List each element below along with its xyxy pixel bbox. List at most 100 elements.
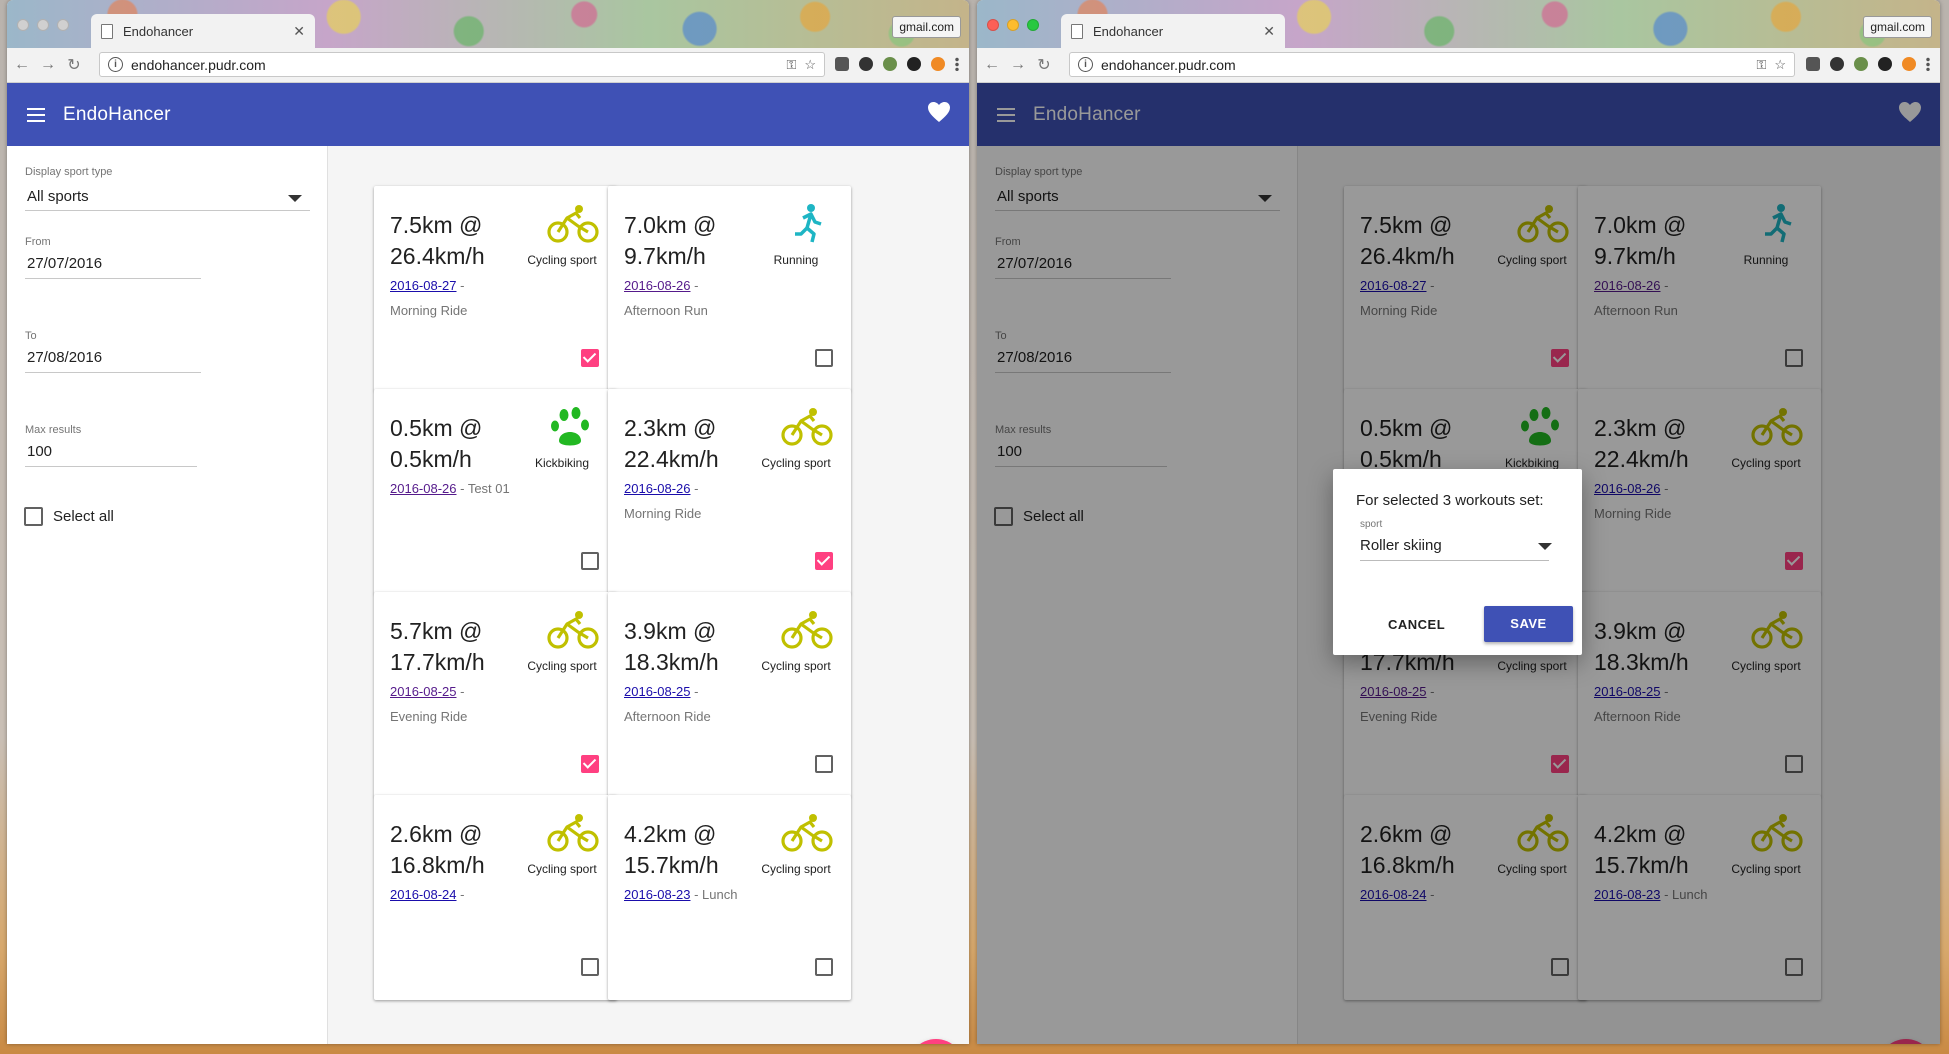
minimize-window-button[interactable]	[1007, 19, 1019, 31]
workout-card: 7.0km @ 9.7km/h 2016-08-26 - Afternoon Run R…	[608, 186, 851, 391]
browser-toolbar: ← → ↻ i endohancer.pudr.com ⚿ ☆	[977, 48, 1940, 83]
select-all-checkbox[interactable]	[24, 507, 43, 526]
close-window-button[interactable]	[987, 19, 999, 31]
bookmark-star-icon[interactable]: ☆	[804, 57, 816, 73]
forward-icon[interactable]: →	[1007, 56, 1029, 74]
app-title: EndoHancer	[63, 103, 171, 125]
workout-date-link[interactable]: 2016-08-26	[390, 481, 457, 496]
cancel-button[interactable]: CANCEL	[1388, 617, 1445, 632]
heart-icon[interactable]	[927, 101, 951, 123]
workout-card: 3.9km @ 18.3km/h 2016-08-25 - Afternoon Rid…	[608, 592, 851, 797]
workout-date-link[interactable]: 2016-08-25	[390, 684, 457, 699]
menu-icon[interactable]	[27, 107, 45, 122]
workout-date-suffix: -	[456, 887, 465, 902]
browser-tab[interactable]: Endohancer ✕	[91, 14, 315, 48]
web-page: EndoHancer Display sport type All sports Fr…	[7, 83, 969, 1044]
workout-distance-speed: 0.5km @ 0.5km/h	[390, 413, 520, 475]
workout-distance: 2.6km @	[390, 821, 483, 847]
workout-speed: 16.8km/h	[390, 852, 485, 878]
browser-tabstrip: Endohancer ✕ gmail.com	[977, 0, 1940, 48]
gear-icon[interactable]	[859, 57, 873, 71]
sport-type-select[interactable]: All sports	[27, 188, 89, 205]
sport-type-underline	[25, 210, 310, 211]
workout-select-checkbox[interactable]	[581, 755, 599, 773]
workout-select-checkbox[interactable]	[815, 958, 833, 976]
back-icon[interactable]: ←	[11, 56, 33, 74]
workout-select-checkbox[interactable]	[815, 552, 833, 570]
back-icon[interactable]: ←	[981, 56, 1003, 74]
profile-button[interactable]: gmail.com	[892, 16, 961, 38]
extension-orange-icon[interactable]	[1902, 57, 1916, 71]
bookmark-star-icon[interactable]: ☆	[1774, 57, 1786, 73]
workout-select-checkbox[interactable]	[815, 349, 833, 367]
info-icon[interactable]: i	[1078, 57, 1093, 72]
window-controls	[17, 19, 69, 31]
workout-speed: 22.4km/h	[624, 446, 719, 472]
workout-date-link[interactable]: 2016-08-26	[624, 481, 691, 496]
workout-distance: 5.7km @	[390, 618, 483, 644]
to-date-field[interactable]: 27/08/2016	[27, 349, 102, 366]
extension-orange-icon[interactable]	[931, 57, 945, 71]
workout-date-line: 2016-08-26 - Test 01	[390, 481, 510, 496]
workout-date-link[interactable]: 2016-08-23	[624, 887, 691, 902]
reload-icon[interactable]: ↻	[1033, 55, 1055, 75]
chrome-extension-icon[interactable]	[883, 57, 897, 71]
workout-sport-label: Cycling sport	[527, 659, 597, 673]
menu-dots-icon[interactable]	[955, 57, 959, 71]
close-window-button[interactable]	[17, 19, 29, 31]
from-date-field[interactable]: 27/07/2016	[27, 255, 102, 272]
workout-distance: 7.0km @	[624, 212, 717, 238]
workout-date-suffix: -	[456, 278, 465, 293]
workout-name: Morning Ride	[624, 506, 702, 521]
profile-button[interactable]: gmail.com	[1863, 16, 1932, 38]
browser-window-left: Endohancer ✕ gmail.com ← → ↻ i endohancer.pudr.…	[7, 0, 969, 1044]
browser-tab[interactable]: Endohancer ✕	[1061, 14, 1285, 48]
workout-select-checkbox[interactable]	[581, 958, 599, 976]
menu-dots-icon[interactable]	[1926, 57, 1930, 71]
close-tab-icon[interactable]: ✕	[1263, 23, 1275, 40]
workout-date-link[interactable]: 2016-08-27	[390, 278, 457, 293]
compass-icon[interactable]	[1878, 57, 1892, 71]
reload-icon[interactable]: ↻	[63, 55, 85, 75]
workout-speed: 26.4km/h	[390, 243, 485, 269]
workout-date-suffix: - Lunch	[690, 887, 738, 902]
pocket-icon[interactable]	[835, 57, 849, 71]
workout-date-link[interactable]: 2016-08-26	[624, 278, 691, 293]
compass-icon[interactable]	[907, 57, 921, 71]
minimize-window-button[interactable]	[37, 19, 49, 31]
workout-date-link[interactable]: 2016-08-25	[624, 684, 691, 699]
key-icon[interactable]: ⚿	[786, 57, 796, 73]
workout-select-checkbox[interactable]	[815, 755, 833, 773]
selected-count-fab[interactable]: 3	[908, 1039, 964, 1044]
workout-date-line: 2016-08-23 - Lunch	[624, 887, 737, 902]
bicycle-icon	[781, 407, 833, 447]
filter-sidebar: Display sport type All sports From 27/07/20…	[7, 146, 328, 1044]
address-bar[interactable]: i endohancer.pudr.com ⚿ ☆	[1069, 52, 1795, 77]
dialog-sport-select[interactable]: Roller skiing	[1360, 537, 1442, 554]
chevron-down-icon[interactable]	[288, 195, 302, 202]
chevron-down-icon[interactable]	[1538, 543, 1552, 550]
chrome-extension-icon[interactable]	[1854, 57, 1868, 71]
key-icon[interactable]: ⚿	[1756, 57, 1766, 73]
workout-date-link[interactable]: 2016-08-24	[390, 887, 457, 902]
zoom-window-button[interactable]	[57, 19, 69, 31]
workout-name: Afternoon Run	[624, 303, 708, 318]
url-text: endohancer.pudr.com	[1101, 56, 1236, 73]
gear-icon[interactable]	[1830, 57, 1844, 71]
workout-sport-label: Running	[773, 253, 819, 267]
save-button[interactable]: SAVE	[1484, 606, 1573, 642]
max-results-field[interactable]: 100	[27, 443, 52, 460]
workout-select-checkbox[interactable]	[581, 349, 599, 367]
max-results-label: Max results	[25, 424, 82, 436]
address-bar[interactable]: i endohancer.pudr.com ⚿ ☆	[99, 52, 825, 77]
zoom-window-button[interactable]	[1027, 19, 1039, 31]
info-icon[interactable]: i	[108, 57, 123, 72]
to-date-underline	[25, 372, 201, 373]
workout-distance-speed: 4.2km @ 15.7km/h	[624, 819, 754, 881]
forward-icon[interactable]: →	[37, 56, 59, 74]
workout-select-checkbox[interactable]	[581, 552, 599, 570]
running-icon	[781, 204, 833, 244]
close-tab-icon[interactable]: ✕	[293, 23, 305, 40]
workout-date-suffix: -	[456, 684, 465, 699]
pocket-icon[interactable]	[1806, 57, 1820, 71]
